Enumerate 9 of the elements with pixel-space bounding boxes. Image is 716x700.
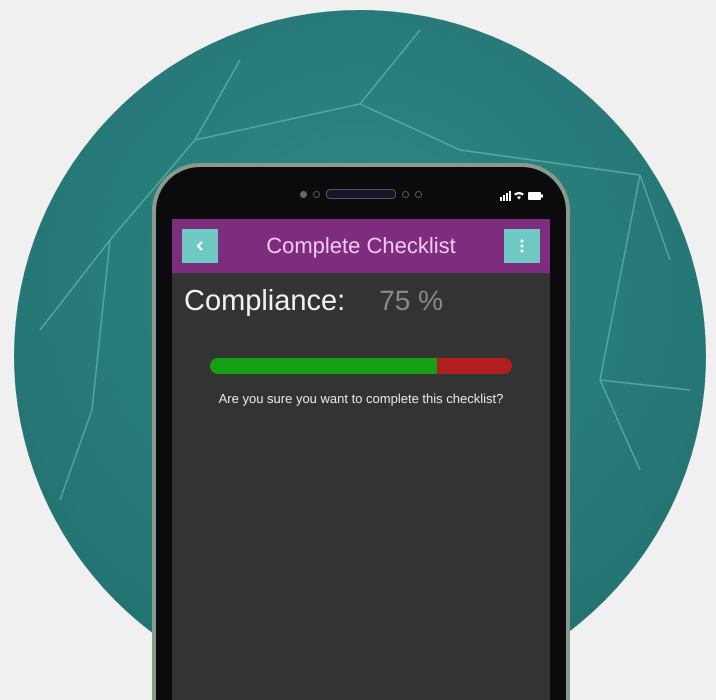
more-vertical-icon xyxy=(520,239,524,253)
app-bar-title: Complete Checklist xyxy=(266,233,456,259)
compliance-label: Compliance: xyxy=(184,285,346,318)
compliance-value: 75 % xyxy=(379,285,444,317)
status-icons xyxy=(500,191,544,201)
chevron-left-icon xyxy=(195,240,205,252)
more-button[interactable] xyxy=(504,229,540,263)
back-button[interactable] xyxy=(182,229,218,263)
confirmation-message: Are you sure you want to complete this checklist? xyxy=(218,390,504,407)
